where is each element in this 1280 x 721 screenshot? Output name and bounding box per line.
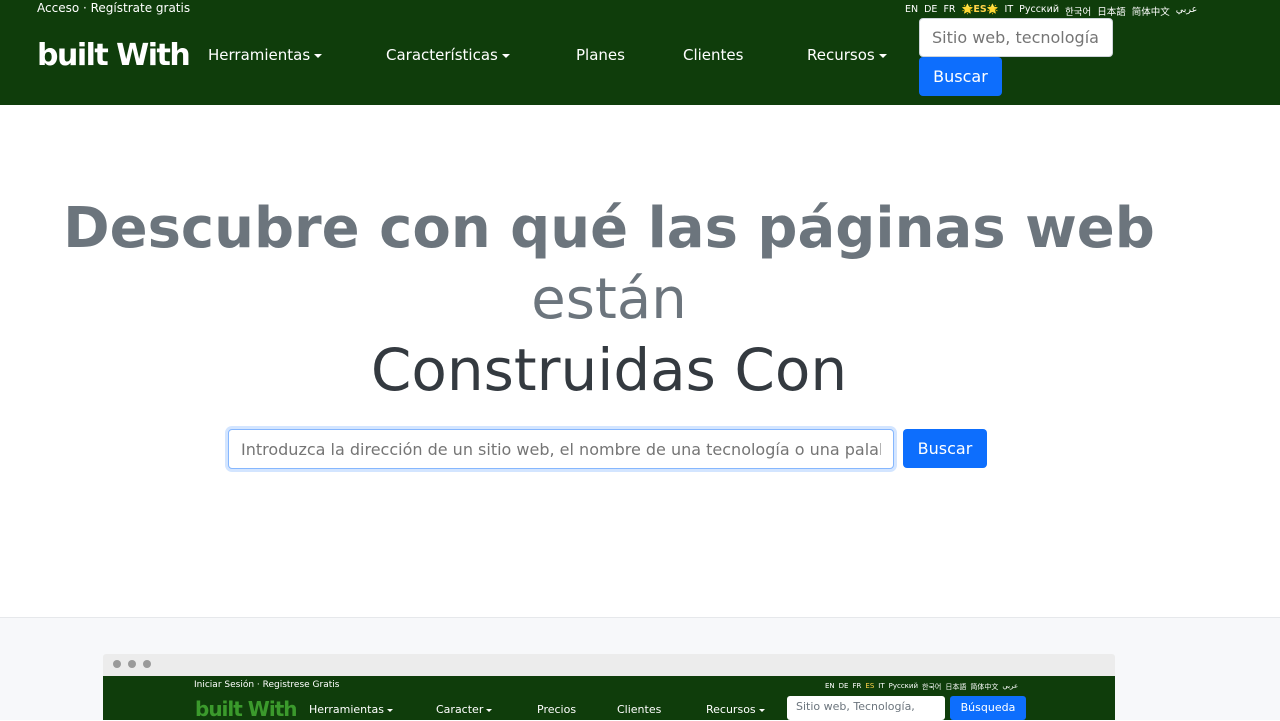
lang-es[interactable]: 🌟ES🌟: [962, 4, 999, 18]
window-dot-icon: [128, 660, 136, 668]
preview-lang-ru: Русский: [888, 682, 918, 690]
nav-label: Planes: [576, 46, 625, 64]
window-controls: [113, 660, 151, 668]
preview-nav-caracter: Caracter: [436, 703, 493, 716]
hero-title-line1: Descubre con qué las páginas web: [63, 196, 1155, 261]
preview-search-button: Búsqueda: [950, 696, 1026, 720]
lang-fr[interactable]: FR: [943, 4, 955, 18]
preview-header: Iniciar Sesión · Registrese Gratis EN DE…: [103, 676, 1115, 721]
preview-language-selector: EN DE FR ES IT Русский 한국어 日本語 简体中文 عربي: [825, 682, 1018, 692]
nav-label: Características: [386, 46, 498, 64]
caret-down-icon: [501, 53, 510, 58]
preview-nav-label: Clientes: [617, 703, 662, 716]
login-link[interactable]: Acceso: [37, 1, 79, 15]
signup-link[interactable]: Regístrate gratis: [91, 1, 190, 15]
preview-lang-it: IT: [878, 682, 885, 690]
nav-herramientas[interactable]: Herramientas: [208, 46, 323, 64]
nav-label: Herramientas: [208, 46, 311, 64]
lang-zh[interactable]: 简体中文: [1132, 4, 1170, 18]
window-dot-icon: [143, 660, 151, 668]
lang-ko[interactable]: 한국어: [1065, 4, 1091, 18]
main-search-input[interactable]: [228, 429, 894, 469]
preview-lang-de: DE: [838, 682, 849, 690]
browser-mockup: Iniciar Sesión · Registrese Gratis EN DE…: [103, 654, 1115, 721]
preview-nav-clientes: Clientes: [617, 703, 661, 716]
preview-nav-label: Herramientas: [309, 703, 384, 716]
caret-down-icon: [314, 53, 323, 58]
header-search-input[interactable]: [919, 18, 1113, 57]
nav-clientes[interactable]: Clientes: [683, 46, 743, 64]
caret-down-icon: [878, 53, 887, 58]
preview-lang-es: ES: [865, 682, 875, 690]
lang-ja[interactable]: 日本語: [1097, 4, 1126, 18]
window-dot-icon: [113, 660, 121, 668]
nav-label: Recursos: [807, 46, 875, 64]
language-selector: EN DE FR 🌟ES🌟 IT Русский 한국어 日本語 简体中文 عر…: [905, 4, 1197, 18]
header-search-button[interactable]: Buscar: [919, 57, 1002, 96]
preview-nav-label: Precios: [537, 703, 577, 716]
caret-down-icon: [758, 708, 765, 712]
nav-caracteristicas[interactable]: Características: [386, 46, 510, 64]
site-header: Acceso · Regístrate gratis EN DE FR 🌟ES🌟…: [0, 0, 1280, 105]
link-separator: ·: [79, 1, 91, 15]
preview-lang-ja: 日本語: [945, 683, 967, 691]
nav-recursos[interactable]: Recursos: [807, 46, 887, 64]
preview-nav-recursos: Recursos: [706, 703, 765, 716]
preview-nav-label: Recursos: [706, 703, 756, 716]
preview-search-input: Sitio web, Tecnología,: [787, 696, 945, 720]
preview-nav-label: Caracter: [436, 703, 484, 716]
lang-it[interactable]: IT: [1005, 4, 1014, 18]
preview-lang-zh: 简体中文: [970, 683, 999, 691]
lang-en[interactable]: EN: [905, 4, 918, 18]
preview-nav-precios: Precios: [537, 703, 576, 716]
nav-planes[interactable]: Planes: [576, 46, 625, 64]
hero-title-line2: están: [531, 267, 687, 332]
preview-lang-ar: عربي: [1002, 682, 1019, 690]
main-search-button[interactable]: Buscar: [903, 429, 987, 468]
builtwith-logo[interactable]: built With: [37, 36, 191, 76]
caret-down-icon: [486, 708, 493, 712]
hero-title-emphasis: Construidas Con: [370, 336, 848, 404]
preview-account-links: Iniciar Sesión · Registrese Gratis: [194, 680, 340, 690]
lang-de[interactable]: DE: [924, 4, 937, 18]
account-links: Acceso · Regístrate gratis: [37, 1, 190, 15]
preview-lang-fr: FR: [852, 682, 862, 690]
preview-logo: built With: [195, 697, 298, 721]
nav-label: Clientes: [683, 46, 744, 64]
lang-ar[interactable]: عربي: [1176, 4, 1197, 18]
lang-ru[interactable]: Русский: [1019, 4, 1059, 18]
preview-lang-en: EN: [825, 682, 835, 690]
preview-nav-herramientas: Herramientas: [309, 703, 393, 716]
preview-lang-ko: 한국어: [922, 683, 942, 691]
caret-down-icon: [386, 708, 393, 712]
